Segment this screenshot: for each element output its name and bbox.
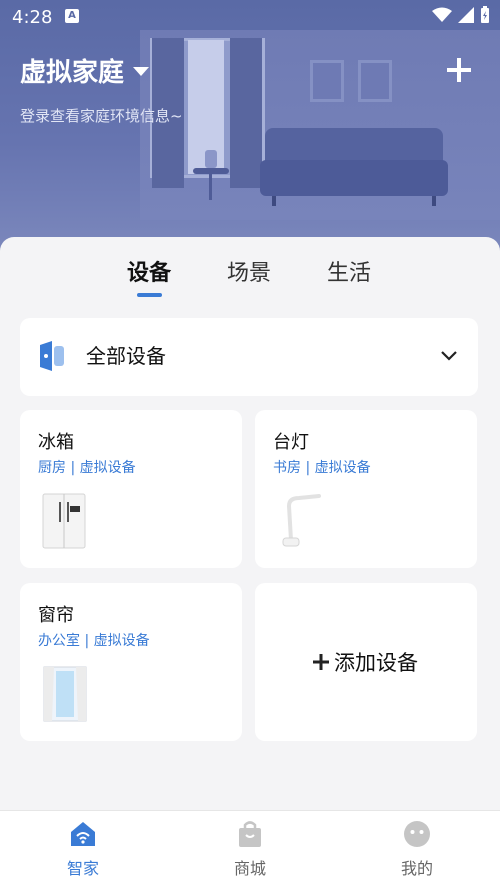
tab-devices[interactable]: 设备 <box>127 255 171 287</box>
vase-illustration <box>205 150 217 168</box>
battery-icon <box>481 6 489 23</box>
nav-item-smart-home[interactable]: 智家 <box>33 819 133 879</box>
device-card-fridge[interactable]: 冰箱 厨房 | 虚拟设备 <box>20 410 242 568</box>
notification-badge-icon: A <box>65 9 79 23</box>
fridge-icon <box>42 493 86 549</box>
all-devices-label: 全部设备 <box>86 344 166 368</box>
tab-life[interactable]: 生活 <box>327 255 371 287</box>
tab-active-indicator <box>137 293 162 297</box>
tab-scenes[interactable]: 场景 <box>227 255 271 287</box>
all-devices-dropdown[interactable]: 全部设备 <box>20 318 478 396</box>
profile-icon <box>404 821 430 847</box>
add-device-content: 添加设备 <box>312 647 418 677</box>
device-name: 台灯 <box>273 432 309 453</box>
sofa-leg <box>272 196 276 206</box>
device-location: 书房 | 虚拟设备 <box>273 460 371 476</box>
status-time: 4:28 <box>12 7 53 28</box>
device-name: 冰箱 <box>38 432 74 453</box>
add-device-button[interactable]: 添加设备 <box>255 583 477 741</box>
nav-label: 我的 <box>400 859 433 878</box>
device-card-curtain[interactable]: 窗帘 办公室 | 虚拟设备 <box>20 583 242 741</box>
devices-icon <box>40 341 64 371</box>
home-name[interactable]: 虚拟家庭 <box>20 52 124 89</box>
add-device-label: 添加设备 <box>334 651 418 675</box>
sofa-seat <box>260 160 448 196</box>
wall-frame <box>310 60 344 102</box>
header-hero <box>0 0 500 260</box>
device-name: 窗帘 <box>38 605 74 626</box>
wall-frame <box>358 60 392 102</box>
wifi-icon <box>432 7 452 22</box>
login-hint[interactable]: 登录查看家庭环境信息~ <box>20 105 183 126</box>
tab-bar: 设备 场景 生活 <box>0 255 500 305</box>
add-icon[interactable] <box>444 55 474 85</box>
nav-item-profile[interactable]: 我的 <box>367 819 467 879</box>
nav-label: 商城 <box>233 859 266 878</box>
desk-lamp-icon <box>282 494 321 547</box>
device-location: 办公室 | 虚拟设备 <box>38 633 150 649</box>
nav-item-mall[interactable]: 商城 <box>200 819 300 879</box>
status-bar: 4:28 A <box>0 0 500 34</box>
plus-icon <box>313 654 329 670</box>
sofa-leg <box>432 196 436 206</box>
system-icons <box>432 6 490 24</box>
signal-icon <box>458 7 474 23</box>
curtain-icon <box>43 666 87 722</box>
device-location: 厨房 | 虚拟设备 <box>38 460 136 476</box>
chevron-down-icon[interactable] <box>133 67 149 76</box>
curtain-illustration <box>230 38 262 188</box>
smart-home-icon <box>71 822 95 846</box>
device-card-desk-lamp[interactable]: 台灯 书房 | 虚拟设备 <box>255 410 477 568</box>
side-table-leg <box>209 172 212 200</box>
bottom-navigation: 智家 商城 我的 <box>0 810 500 888</box>
nav-label: 智家 <box>66 859 99 878</box>
shopping-bag-icon <box>239 821 261 847</box>
chevron-down-icon <box>441 351 457 361</box>
